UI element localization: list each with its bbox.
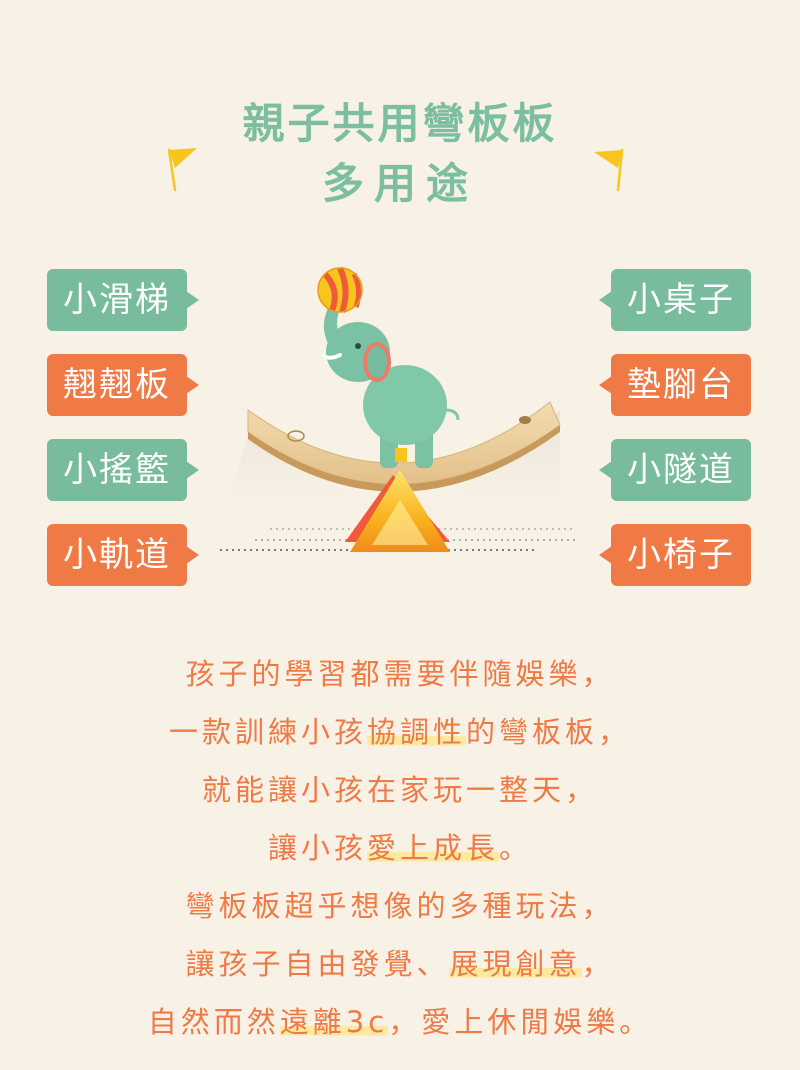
flag-icon [594, 148, 624, 192]
tag-label: 翹翹板 [63, 365, 171, 405]
elephant-icon [322, 308, 460, 468]
highlight: 協調性 [366, 715, 466, 749]
highlight: 遠離3c [279, 1005, 389, 1039]
description-text: 孩子的學習都需要伴隨娛樂， 一款訓練小孩協調性的彎板板， 就能讓小孩在家玩一整天… [0, 645, 800, 1051]
tag-label: 小搖籃 [63, 450, 171, 490]
tag-label: 小隧道 [627, 450, 735, 490]
tag-cradle: 小搖籃 [47, 439, 199, 501]
tag-label: 小滑梯 [63, 280, 171, 320]
tag-chair: 小椅子 [599, 524, 751, 586]
tag-seesaw: 翹翹板 [47, 354, 199, 416]
tag-track: 小軌道 [47, 524, 199, 586]
page-subtitle: 多用途 [321, 159, 478, 208]
description-line: 就能讓小孩在家玩一整天， [201, 773, 598, 807]
description-line: 一款訓練小孩協調性的彎板板， [168, 715, 632, 749]
title-section: 親子共用彎板板 多用途 [0, 80, 800, 220]
highlight: 展現創意 [449, 947, 582, 981]
description-line: 孩子的學習都需要伴隨娛樂， [185, 657, 615, 691]
tag-label: 小椅子 [627, 535, 735, 575]
highlight: 愛上成長 [366, 831, 499, 865]
tag-table: 小桌子 [599, 269, 751, 331]
tag-tunnel: 小隧道 [599, 439, 751, 501]
balance-board-illustration [220, 266, 575, 552]
description-line: 讓小孩愛上成長。 [267, 831, 533, 865]
tag-slide: 小滑梯 [47, 269, 199, 331]
tag-step-stool: 墊腳台 [599, 354, 751, 416]
page-title: 親子共用彎板板 [242, 99, 558, 148]
description-line: 自然而然遠離3c，愛上休閒娛樂。 [147, 1005, 653, 1039]
tag-label: 墊腳台 [627, 365, 735, 405]
tag-label: 小桌子 [627, 280, 735, 320]
flag-icon [167, 148, 197, 192]
description-line: 讓孩子自由發覺、展現創意， [185, 947, 615, 981]
description-line: 彎板板超乎想像的多種玩法， [185, 889, 615, 923]
tag-label: 小軌道 [63, 535, 171, 575]
circus-ball-icon [317, 266, 363, 314]
